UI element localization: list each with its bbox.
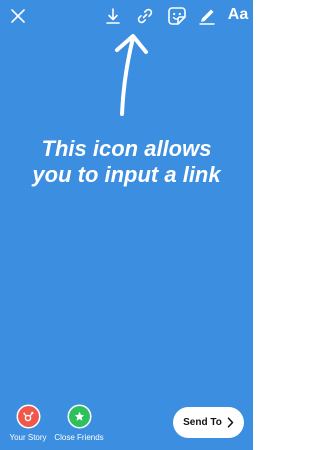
close-friends-button[interactable]: Close Friends	[44, 406, 114, 443]
send-to-button[interactable]: Send To	[173, 407, 244, 438]
close-icon	[11, 9, 25, 23]
link-icon	[137, 8, 153, 24]
close-button[interactable]	[6, 4, 30, 28]
annotation-text: This icon allows you to input a link	[0, 136, 253, 188]
pointer-arrow	[115, 34, 148, 116]
send-to-label: Send To	[183, 417, 222, 428]
annotation-line-1: This icon allows	[41, 136, 212, 161]
sticker-icon	[168, 7, 186, 25]
download-icon	[106, 8, 120, 24]
star-icon	[74, 411, 84, 421]
download-button[interactable]	[102, 4, 124, 28]
chevron-right-icon	[227, 417, 234, 428]
draw-button[interactable]	[196, 4, 218, 28]
text-icon: Aa	[227, 6, 249, 23]
annotation-line-2: you to input a link	[32, 162, 221, 187]
hubspot-logo-icon	[22, 411, 33, 422]
link-button[interactable]	[133, 4, 157, 28]
close-friends-label: Close Friends	[54, 433, 104, 442]
your-story-avatar	[17, 406, 39, 427]
story-editor-screen: Aa This icon allows you to input a link …	[0, 0, 253, 450]
text-tool-button[interactable]: Aa	[225, 3, 251, 27]
sticker-button[interactable]	[164, 3, 190, 29]
draw-icon	[199, 9, 215, 25]
close-friends-avatar	[68, 406, 90, 427]
